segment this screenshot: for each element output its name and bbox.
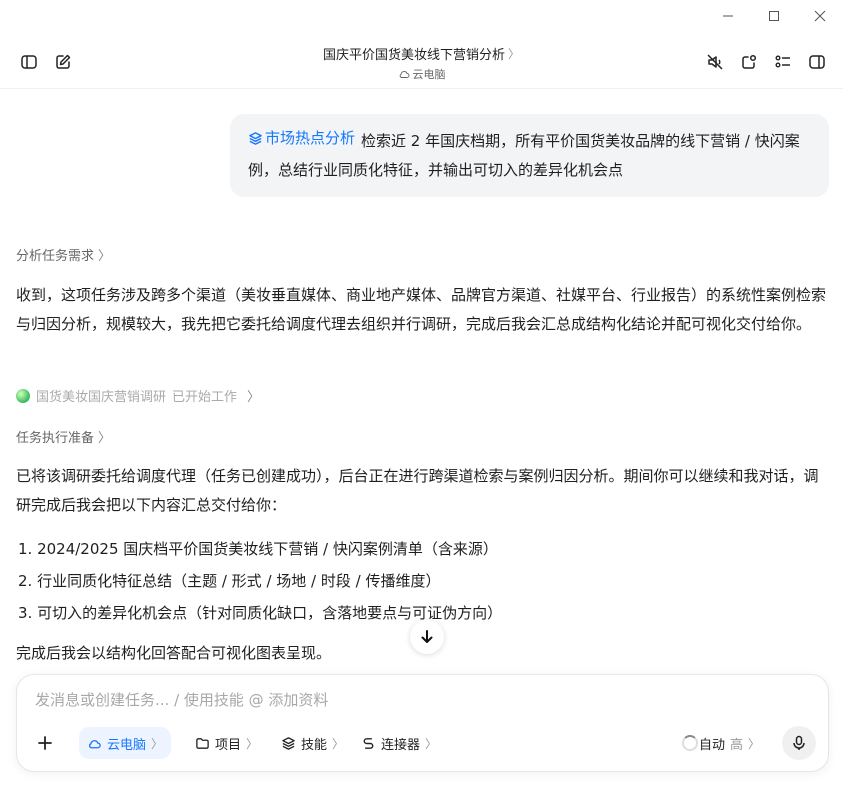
add-attachment-button[interactable] <box>31 727 59 759</box>
agent-status-row[interactable]: 国货美妆国庆营销调研 已开始工作 〉 <box>16 386 260 405</box>
layers-icon <box>249 132 262 145</box>
list-item: 2. 行业同质化特征总结（主题 / 形式 / 场地 / 时段 / 传播维度） <box>18 572 441 590</box>
maximize-icon <box>769 11 779 21</box>
chevron-right-icon: 〉 <box>151 736 164 751</box>
deliverables-list: 1. 2024/2025 国庆档平价国货美妆线下营销 / 快闪案例清单（含来源）… <box>18 533 502 629</box>
analysis-paragraph: 收到，这项任务涉及跨多个渠道（美妆垂直媒体、商业地产媒体、品牌官方渠道、社媒平台… <box>16 286 827 333</box>
agent-orb-icon <box>16 388 30 403</box>
share-button[interactable] <box>735 48 763 76</box>
close-button[interactable] <box>797 0 843 32</box>
agent-name: 国货美妆国庆营销调研 <box>36 390 167 405</box>
layers-icon <box>282 736 295 750</box>
task-list-button[interactable] <box>769 48 797 76</box>
connector-button[interactable]: 连接器 〉 <box>353 727 445 759</box>
message-input[interactable] <box>35 691 795 709</box>
toggle-panel-button[interactable] <box>803 48 831 76</box>
voice-input-button[interactable] <box>782 726 816 760</box>
chevron-right-icon: 〉 <box>246 736 259 751</box>
chevron-right-icon: 〉 <box>508 47 521 61</box>
cloud-icon <box>399 71 409 78</box>
close-icon <box>814 10 826 22</box>
analysis-section-toggle[interactable]: 分析任务需求 〉 <box>16 245 111 264</box>
skill-tag-label: 市场热点分析 <box>265 129 356 147</box>
user-message-bubble: 市场热点分析 检索近 2 年国庆档期，所有平价国货美妆品牌的线下营销 / 快闪案… <box>230 114 829 197</box>
list-item: 1. 2024/2025 国庆档平价国货美妆线下营销 / 快闪案例清单（含来源） <box>18 540 498 558</box>
panel-icon <box>809 55 825 69</box>
microphone-icon <box>793 735 805 750</box>
skill-button[interactable]: 技能 〉 <box>273 727 352 759</box>
mute-button[interactable] <box>701 48 729 76</box>
chevron-right-icon: 〉 <box>747 736 760 751</box>
agent-state: 已开始工作 <box>172 390 238 405</box>
minimize-icon <box>723 15 733 17</box>
minimize-button[interactable] <box>705 0 751 32</box>
prep-paragraph: 已将该调研委托给调度代理（任务已创建成功），后台正在进行跨渠道检索与案例归因分析… <box>16 467 819 514</box>
share-icon <box>742 54 757 69</box>
message-composer: 云电脑 〉 项目 〉 技能 〉 连接器 〉 自动 高 〉 <box>16 674 829 772</box>
skill-label: 技能 <box>301 737 328 753</box>
chevron-right-icon: 〉 <box>332 736 345 751</box>
list-icon <box>775 55 790 68</box>
scroll-to-bottom-button[interactable] <box>410 620 444 654</box>
maximize-button[interactable] <box>751 0 797 32</box>
header-divider <box>0 88 843 89</box>
connector-label: 连接器 <box>381 737 421 753</box>
mode-level: 高 <box>729 737 743 753</box>
speaker-muted-icon <box>707 54 723 70</box>
conversation-title: 国庆平价国货美妆线下营销分析 <box>322 48 505 63</box>
prep-section-label: 任务执行准备 <box>16 431 95 446</box>
plus-icon <box>38 736 52 750</box>
folder-icon <box>196 737 209 749</box>
cloud-computer-label: 云电脑 <box>107 737 147 753</box>
chevron-right-icon: 〉 <box>98 431 112 446</box>
chevron-right-icon: 〉 <box>425 736 438 751</box>
cloud-icon <box>88 739 101 748</box>
analysis-section-label: 分析任务需求 <box>16 249 95 264</box>
mode-selector[interactable]: 自动 高 〉 <box>699 727 760 759</box>
conversation-subtitle: 云电脑 <box>412 68 446 81</box>
connector-icon <box>363 737 374 749</box>
arrow-down-icon <box>421 630 433 643</box>
project-label: 项目 <box>215 737 242 753</box>
composer-toolbar: 云电脑 〉 项目 〉 技能 〉 连接器 〉 自动 高 〉 <box>29 726 816 760</box>
project-button[interactable]: 项目 〉 <box>187 727 266 759</box>
conversation-header: 国庆平价国货美妆线下营销分析 〉 云电脑 <box>0 36 843 88</box>
cloud-computer-button[interactable]: 云电脑 〉 <box>79 727 172 759</box>
chevron-right-icon: 〉 <box>98 249 112 264</box>
loading-spinner-icon <box>682 735 698 751</box>
skill-tag[interactable]: 市场热点分析 <box>248 124 355 153</box>
mode-label: 自动 <box>698 737 725 753</box>
prep-section-toggle[interactable]: 任务执行准备 〉 <box>16 427 111 446</box>
chevron-right-icon: 〉 <box>247 390 261 405</box>
